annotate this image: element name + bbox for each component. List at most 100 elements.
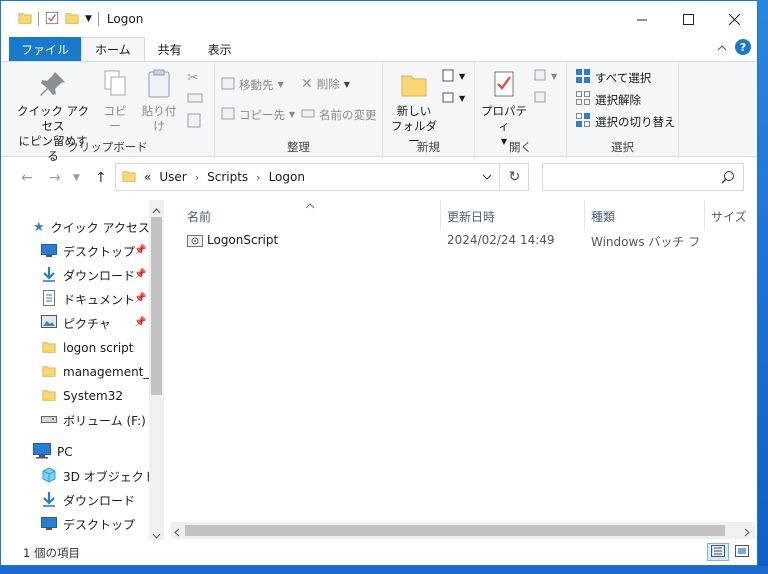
nav-item-pc-downloads[interactable]: ダウンロード [41, 489, 135, 511]
clipboard-group: クイック アクセス にピン留めする コピー 貼り付け ✂ クリップボード [1, 62, 215, 163]
large-icons-view-button[interactable] [731, 543, 753, 561]
nav-pc[interactable]: PC [33, 441, 73, 463]
nav-item-pc-desktop[interactable]: デスクトップ [41, 513, 135, 535]
maximize-button[interactable] [665, 1, 711, 37]
nav-quick-access[interactable]: ★ クイック アクセス [33, 216, 150, 238]
paste-button[interactable]: 貼り付け [137, 68, 181, 134]
back-arrow-icon[interactable]: ← [21, 170, 33, 186]
nav-item-system32[interactable]: System32 [41, 385, 123, 407]
breadcrumb-user[interactable]: User [159, 170, 186, 184]
nav-item-volume-f[interactable]: ボリューム (F:) [41, 409, 146, 431]
delete-x-icon: ✕ [301, 76, 313, 92]
navpane-scrollbar[interactable] [149, 200, 164, 540]
open-button[interactable]: ▼ [533, 68, 557, 85]
ribbon-tabs: ファイル ホーム 共有 表示 ? [1, 37, 757, 61]
file-row[interactable]: LogonScript 2024/02/24 14:49 Windows バッチ… [181, 230, 761, 252]
desktop-icon [41, 516, 57, 533]
address-bar[interactable]: « User › Scripts › Logon [115, 163, 500, 191]
download-arrow-icon [41, 266, 57, 285]
star-icon: ★ [33, 219, 45, 235]
easy-access-button[interactable]: ▼ [441, 90, 465, 107]
breadcrumb-overflow[interactable]: « [144, 170, 151, 184]
tab-view[interactable]: 表示 [195, 37, 245, 61]
file-modified: 2024/02/24 14:49 [447, 233, 555, 247]
new-item-button[interactable]: ▼ [441, 68, 465, 85]
paste-shortcut-button[interactable] [187, 112, 201, 131]
select-none-button[interactable]: 選択解除 [575, 90, 641, 109]
refresh-button[interactable]: ↻ [501, 163, 529, 191]
nav-item-downloads[interactable]: ダウンロード [41, 264, 135, 286]
tab-home[interactable]: ホーム [81, 37, 145, 61]
tab-share[interactable]: 共有 [145, 37, 195, 61]
recent-locations-chevron-icon[interactable]: ▼ [73, 173, 80, 183]
properties-button[interactable]: プロパティ ▼ [479, 68, 529, 149]
chevron-down-icon: ▼ [459, 94, 466, 103]
scroll-left-chevron-icon[interactable] [174, 526, 180, 540]
details-view-button[interactable] [707, 543, 729, 561]
scroll-right-chevron-icon[interactable] [744, 526, 750, 540]
move-to-button[interactable]: 移動先 ▼ [221, 76, 284, 93]
paste-label: 貼り付け [141, 104, 177, 133]
nav-item-pictures[interactable]: ピクチャ [41, 312, 111, 334]
scrollbar-thumb[interactable] [151, 217, 162, 395]
nav-item-3d-objects[interactable]: 3D オブジェクト [41, 465, 156, 487]
folder-icon [41, 340, 57, 357]
open-group: プロパティ ▼ ▼ 開く [475, 62, 567, 158]
customize-dropdown-icon[interactable]: ▼ [85, 14, 92, 24]
select-group-label: 選択 [611, 140, 634, 154]
select-all-button[interactable]: すべて選択 [575, 68, 651, 87]
clipboard-group-label: クリップボード [67, 140, 148, 154]
scissors-icon: ✂ [187, 70, 199, 86]
scrollbar-thumb[interactable] [185, 525, 725, 536]
minimize-button[interactable] [619, 1, 665, 37]
forward-arrow-icon[interactable]: → [49, 170, 61, 186]
new-folder-icon[interactable] [65, 11, 79, 28]
rename-button[interactable]: 名前の変更 [301, 106, 377, 123]
close-button[interactable] [711, 1, 757, 37]
properties-check-icon[interactable] [45, 11, 59, 28]
column-divider[interactable] [440, 200, 441, 230]
help-icon[interactable]: ? [735, 39, 751, 55]
search-input[interactable] [542, 163, 744, 191]
column-header-name[interactable]: 名前 [187, 204, 211, 228]
column-header-type[interactable]: 種類 [591, 204, 615, 228]
select-none-label: 選択解除 [595, 92, 641, 107]
chevron-right-icon[interactable]: › [195, 171, 199, 184]
move-to-label: 移動先 [239, 77, 274, 92]
copy-path-button[interactable] [187, 92, 203, 107]
tab-file[interactable]: ファイル [9, 37, 82, 61]
collapse-ribbon-icon[interactable] [717, 40, 727, 54]
nav-item-logon-script[interactable]: logon script [41, 337, 134, 359]
file-list-hscrollbar[interactable] [171, 522, 755, 539]
copy-button[interactable]: コピー [99, 68, 131, 134]
nav-label: 3D オブジェクト [63, 469, 156, 484]
cut-button[interactable]: ✂ [187, 70, 199, 86]
nav-label: ドキュメント [63, 292, 136, 307]
column-divider[interactable] [584, 200, 585, 230]
address-history-chevron-icon[interactable] [475, 164, 499, 190]
column-divider[interactable] [704, 200, 705, 230]
column-header-size[interactable]: サイズ [711, 204, 747, 228]
scroll-down-chevron-icon[interactable] [152, 528, 161, 540]
breadcrumb-logon[interactable]: Logon [269, 170, 305, 184]
nav-item-management-folder[interactable]: management_fo [41, 361, 161, 383]
breadcrumb-scripts[interactable]: Scripts [207, 170, 248, 184]
nav-label: ダウンロード [63, 268, 136, 283]
nav-item-desktop[interactable]: デスクトップ [41, 240, 135, 262]
select-none-icon [575, 90, 591, 109]
nav-item-documents[interactable]: ドキュメント [41, 288, 135, 310]
nav-label: logon script [63, 341, 134, 355]
column-header-modified[interactable]: 更新日時 [447, 204, 495, 228]
copy-to-button[interactable]: コピー先 ▼ [221, 106, 295, 123]
copy-to-icon [221, 106, 235, 123]
edit-button[interactable] [533, 90, 547, 107]
scroll-up-chevron-icon[interactable] [152, 203, 161, 217]
search-icon[interactable] [721, 170, 735, 187]
new-folder-button[interactable]: 新しい フォルダー [389, 68, 439, 149]
chevron-right-icon[interactable]: › [256, 171, 260, 184]
up-arrow-icon[interactable]: ↑ [95, 170, 107, 186]
invert-selection-button[interactable]: 選択の切り替え [575, 112, 676, 131]
delete-button[interactable]: ✕ 削除 ▼ [301, 76, 350, 92]
paste-shortcut-icon [187, 112, 201, 131]
computer-icon [33, 442, 51, 462]
